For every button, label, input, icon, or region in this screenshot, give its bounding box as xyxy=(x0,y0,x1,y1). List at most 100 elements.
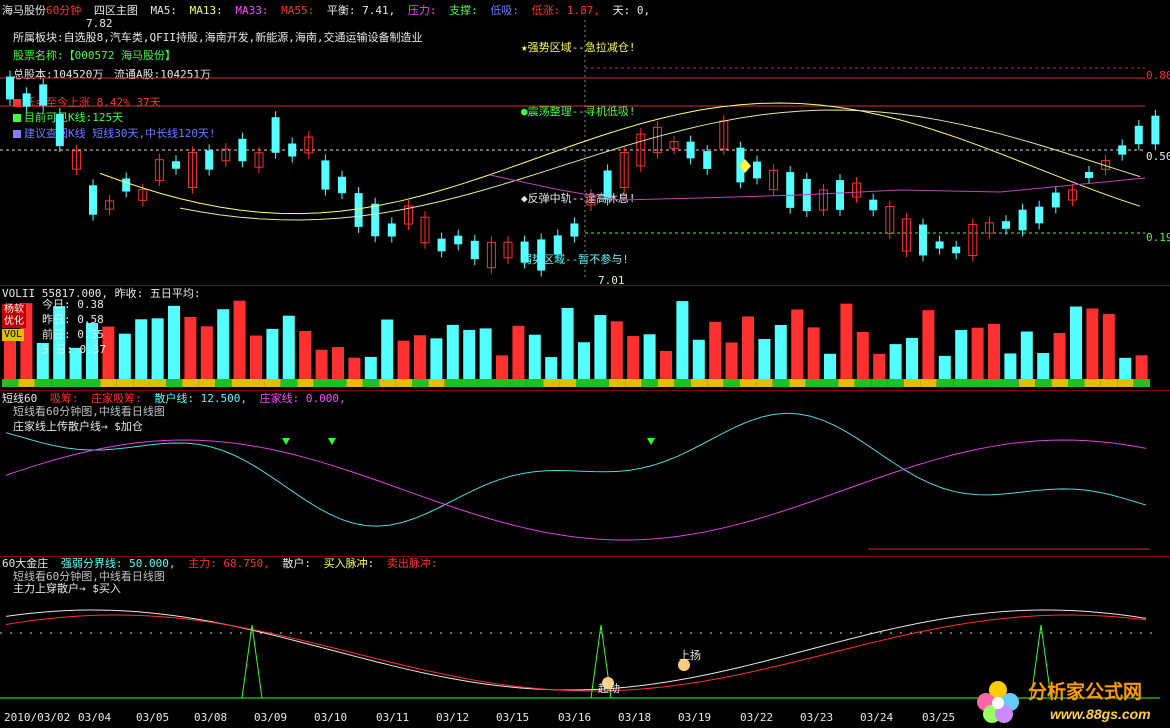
volume-bar xyxy=(217,309,230,379)
volume-strip xyxy=(625,379,642,387)
date-label: 03/08 xyxy=(194,711,228,724)
volume-bar xyxy=(233,300,246,379)
volume-strip xyxy=(198,379,216,387)
candle-down xyxy=(553,235,562,255)
volume-strip xyxy=(346,379,363,387)
volume-bar xyxy=(348,357,361,379)
date-label: 03/09 xyxy=(254,711,288,724)
candle-down xyxy=(1002,221,1010,229)
volume-bar xyxy=(1086,308,1099,379)
volume-bar xyxy=(332,346,344,379)
volume-bar xyxy=(446,324,459,379)
volume-strip xyxy=(477,379,494,387)
candle-down xyxy=(454,235,463,245)
volume-strip xyxy=(264,379,281,387)
short-header: 短线60 吸筹: 庄家吸筹: 散户线: 12.500, 庄家线: 0.000, xyxy=(2,392,352,405)
vol-header: VOLII 55817.000, 昨收: 五日平均: xyxy=(2,287,206,300)
volume-bar xyxy=(200,326,213,379)
tag-start: 起动 xyxy=(598,682,620,695)
candle-down xyxy=(387,223,396,237)
date-label: 03/11 xyxy=(376,711,410,724)
signal-triangle xyxy=(328,438,336,445)
volume-strip xyxy=(822,379,839,387)
candle-down xyxy=(703,151,712,169)
candle-down xyxy=(39,84,48,106)
volume-bar xyxy=(135,319,148,379)
volume-bar xyxy=(971,327,984,379)
volume-bar xyxy=(1037,353,1050,379)
volume-bar xyxy=(315,349,328,379)
panel-divider-2 xyxy=(0,390,1170,391)
retail-line xyxy=(5,412,1147,527)
gold-sell-pulse: 卖出脉冲: xyxy=(386,557,438,570)
volume-strip xyxy=(674,379,691,387)
volume-strip xyxy=(510,379,527,387)
volume-bar xyxy=(1004,353,1017,379)
candle-down xyxy=(22,93,31,107)
volume-bar xyxy=(463,329,476,379)
volume-strip xyxy=(330,379,347,387)
volume-strip xyxy=(280,379,298,387)
candle-down xyxy=(603,170,612,200)
short-absorb: 吸筹: xyxy=(49,392,79,405)
date-label: 03/23 xyxy=(800,711,834,724)
volume-strip xyxy=(608,379,626,387)
volume-bar xyxy=(610,321,623,379)
date-label: 03/15 xyxy=(496,711,530,724)
volume-strip xyxy=(887,379,904,387)
volume-bar xyxy=(791,309,804,379)
volume-bar xyxy=(922,310,935,379)
candle-down xyxy=(952,246,961,254)
volume-strip xyxy=(920,379,937,387)
volume-strip xyxy=(658,379,675,387)
volume-strip xyxy=(444,379,462,387)
signal-triangle xyxy=(647,438,655,445)
candle-down xyxy=(354,193,363,227)
volume-strip xyxy=(215,379,232,387)
volume-bar xyxy=(856,332,869,379)
gold-strong-weak: 强弱分界线: 50.000, xyxy=(60,557,176,570)
volume-strip xyxy=(428,379,445,387)
site-logo[interactable]: 分析家公式网 www.88gs.com xyxy=(972,676,1162,728)
volume-bar xyxy=(397,340,410,379)
volume-bar xyxy=(807,327,820,379)
volume-strip xyxy=(690,379,708,387)
volume-strip xyxy=(1133,379,1150,387)
candle-down xyxy=(1035,206,1044,224)
volume-bar xyxy=(660,350,672,379)
volume-bar xyxy=(250,335,262,379)
volume-strip xyxy=(936,379,954,387)
volume-strip xyxy=(559,379,576,387)
volume-strip xyxy=(362,379,380,387)
candle-down xyxy=(321,160,330,190)
candle-down xyxy=(205,150,214,170)
volume-strip xyxy=(641,379,658,387)
short-note-2: 庄家线上传散户线→ $加仓 xyxy=(13,420,143,433)
volume-bar xyxy=(299,330,312,379)
volume-strip xyxy=(838,379,855,387)
volume-strip xyxy=(1018,379,1036,387)
date-label: 03/18 xyxy=(618,711,652,724)
candle-down xyxy=(836,180,844,210)
candle-down xyxy=(537,239,546,271)
candle-down xyxy=(1051,192,1060,208)
date-label: 03/05 xyxy=(136,711,170,724)
gold-note-2: 主力上穿散户→ $买入 xyxy=(13,582,121,595)
logo-url: www.88gs.com xyxy=(1050,706,1151,722)
candle-down xyxy=(288,143,297,157)
volume-strip xyxy=(297,379,314,387)
volume-bar xyxy=(479,328,492,379)
volume-bar xyxy=(414,335,426,379)
short-banker: 庄家吸筹: xyxy=(91,392,142,405)
volume-bar xyxy=(594,315,607,379)
volume-strip xyxy=(313,379,330,387)
volume-bar xyxy=(676,301,689,379)
volume-strip xyxy=(133,379,150,387)
badge-youhua: 优化 xyxy=(2,316,26,328)
candle-down xyxy=(55,113,64,147)
volume-bar xyxy=(184,316,197,379)
volume-bar xyxy=(709,321,722,379)
date-label: 03/12 xyxy=(436,711,470,724)
candle-down xyxy=(753,161,761,179)
volume-strip xyxy=(986,379,1003,387)
